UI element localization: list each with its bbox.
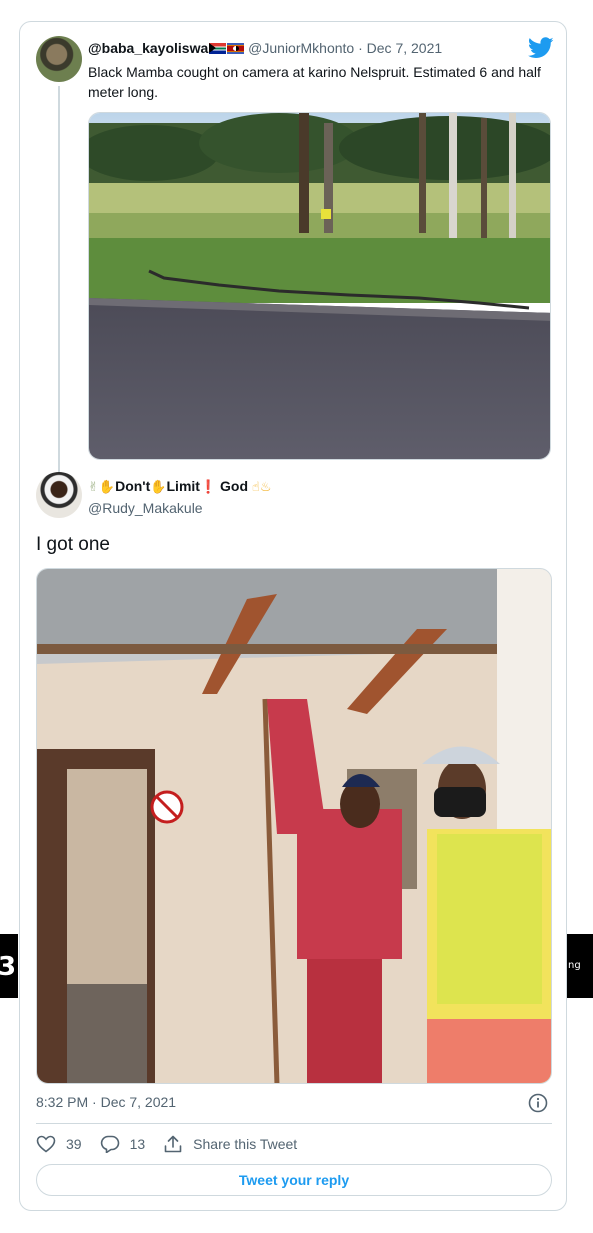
quoted-photo-snake-on-road[interactable]: [88, 112, 551, 460]
name-word-dont: Don't: [115, 478, 151, 494]
quoted-header: @baba_kayoliswa @JuniorMkhonto · Dec 7, …: [88, 40, 442, 56]
name-word-limit: Limit: [166, 478, 200, 494]
tweet-your-reply-button[interactable]: Tweet your reply: [36, 1164, 552, 1196]
tweet-photo-boy-holding-snake[interactable]: [36, 568, 552, 1084]
author-handle[interactable]: @Rudy_Makakule: [88, 500, 203, 516]
author-avatar[interactable]: [36, 472, 82, 518]
clap-emoji-icon: ✋: [98, 480, 116, 495]
quoted-handle[interactable]: @JuniorMkhonto: [248, 40, 354, 56]
name-word-god: God: [220, 478, 249, 494]
share-button[interactable]: Share this Tweet: [163, 1135, 297, 1153]
tweet-embed-card[interactable]: @baba_kayoliswa @JuniorMkhonto · Dec 7, …: [19, 21, 567, 1211]
tweet-text: I got one: [36, 534, 110, 555]
quoted-separator: ·: [358, 40, 363, 56]
share-icon: [164, 1135, 182, 1153]
share-label: Share this Tweet: [193, 1136, 298, 1152]
candle-emoji-icon: ♨: [259, 480, 272, 495]
edge-right-text: ng: [568, 960, 581, 971]
thread-connector-line: [58, 86, 60, 476]
background-edge-left: 3F: [0, 934, 34, 998]
reply-count: 13: [129, 1136, 146, 1152]
tweet-actions: 39 13 Share this Tweet: [36, 1133, 315, 1155]
eswatini-flag-icon: [227, 43, 245, 54]
twitter-bird-icon[interactable]: [528, 37, 554, 59]
tweet-timestamp[interactable]: 8:32 PM · Dec 7, 2021: [36, 1094, 176, 1110]
info-icon[interactable]: [528, 1093, 548, 1113]
quoted-text: Black Mamba cought on camera at karino N…: [88, 64, 541, 100]
background-edge-right: ng: [566, 934, 593, 998]
divider: [36, 1123, 552, 1124]
reply-button[interactable]: 13: [100, 1135, 146, 1153]
quoted-display-name[interactable]: @baba_kayoliswa: [88, 40, 208, 56]
praying-hands-emoji-icon: ☝: [251, 480, 260, 495]
author-display-name[interactable]: ✌✋Don't✋Limit❗ God ☝♨: [88, 478, 272, 495]
reply-icon: [100, 1135, 119, 1153]
quoted-avatar[interactable]: [36, 36, 82, 82]
like-count: 39: [66, 1136, 82, 1152]
dove-emoji-icon: ✌: [88, 480, 99, 495]
exclamation-emoji-icon: ❗: [199, 480, 217, 495]
like-button[interactable]: 39: [36, 1135, 82, 1153]
quoted-date[interactable]: Dec 7, 2021: [367, 40, 443, 56]
heart-icon: [36, 1135, 56, 1153]
south-africa-flag-icon: [209, 43, 227, 54]
raised-hands-emoji-icon: ✋: [150, 480, 167, 495]
